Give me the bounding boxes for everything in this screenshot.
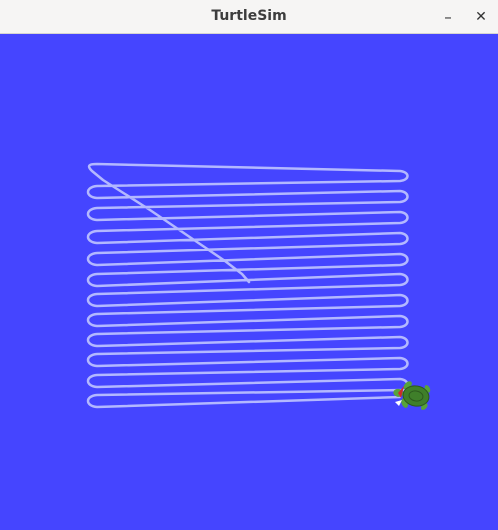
title-bar[interactable]: TurtleSim – ✕ (0, 0, 498, 34)
window-title: TurtleSim (211, 8, 287, 24)
turtle-canvas (0, 34, 498, 530)
turtlesim-window: TurtleSim – ✕ (0, 0, 498, 530)
close-button[interactable]: ✕ (469, 5, 493, 29)
minimize-button[interactable]: – (436, 5, 460, 29)
drawing-area (0, 34, 498, 530)
